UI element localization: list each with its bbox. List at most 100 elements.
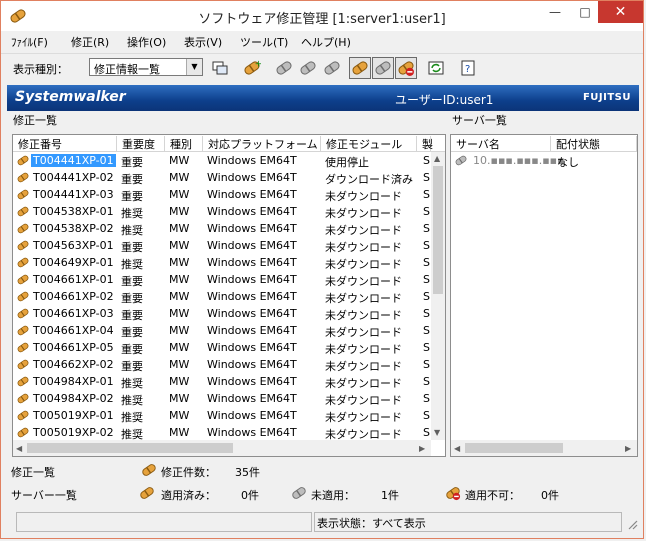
menu-operation[interactable]: 操作(O) [127, 34, 166, 50]
server-summary: サーバー一覧 適用済み： 0件 未適用： 1件 適用不可： 0件 [9, 485, 639, 507]
scroll-right-icon[interactable]: ▶ [419, 444, 425, 453]
patch-list[interactable]: 修正番号 重要度 種別 対応プラットフォーム 修正モジュール 製 T004441… [12, 134, 446, 457]
maximize-button[interactable]: □ [570, 1, 600, 23]
patch-icon [16, 154, 30, 167]
patch-download-button[interactable] [321, 57, 343, 79]
menu-view[interactable]: 表示(V) [184, 34, 222, 50]
patch-row[interactable]: T004661XP-03 重要 MW Windows EM64T 未ダウンロード S [13, 305, 433, 322]
patch-icon [16, 358, 30, 371]
patch-row[interactable]: T004441XP-02 重要 MW Windows EM64T ダウンロード済み S [13, 169, 433, 186]
menu-patch[interactable]: 修正(R) [71, 34, 109, 50]
menu-tools[interactable]: ツール(T) [240, 34, 288, 50]
status-pane-display: 表示状態：すべて表示 [314, 512, 622, 532]
filter-unapplied-button[interactable] [372, 57, 394, 79]
patch-row[interactable]: T004662XP-02 重要 MW Windows EM64T 未ダウンロード S [13, 356, 433, 373]
display-type-select[interactable]: 修正情報一覧 ▼ [89, 58, 203, 76]
scroll-down-icon[interactable]: ▼ [434, 428, 440, 437]
col-module[interactable]: 修正モジュール [321, 136, 417, 151]
patch-row[interactable]: T004649XP-01 推奨 MW Windows EM64T 未ダウンロード S [13, 254, 433, 271]
help-button[interactable]: ? [457, 57, 479, 79]
patch-icon [16, 171, 30, 184]
server-list-hscroll[interactable]: ◀ ▶ [451, 440, 637, 456]
cell-patch-id: T004538XP-02 [33, 222, 114, 235]
col-product[interactable]: 製 [417, 136, 433, 151]
col-patch-id[interactable]: 修正番号 [13, 136, 117, 151]
cell-type: MW [169, 392, 190, 405]
server-list[interactable]: サーバ名 配付状態 10.▪▪▪.▪▪▪.▪▪▪ なし ◀ ▶ [450, 134, 638, 457]
cell-platform: Windows EM64T [207, 307, 297, 320]
patch-row[interactable]: T004661XP-01 重要 MW Windows EM64T 未ダウンロード S [13, 271, 433, 288]
cell-product: S [423, 205, 430, 218]
apply-patch-button[interactable] [273, 57, 295, 79]
patch-row[interactable]: T004563XP-01 重要 MW Windows EM64T 未ダウンロード S [13, 237, 433, 254]
cell-product: S [423, 239, 430, 252]
scroll-left-icon[interactable]: ◀ [16, 444, 22, 453]
patch-row[interactable]: T004661XP-05 重要 MW Windows EM64T 未ダウンロード S [13, 339, 433, 356]
status-bar: 表示状態：すべて表示 [16, 512, 639, 534]
cell-platform: Windows EM64T [207, 188, 297, 201]
cell-platform: Windows EM64T [207, 290, 297, 303]
cell-patch-id: T004661XP-02 [33, 290, 114, 303]
patch-row[interactable]: T005019XP-01 推奨 MW Windows EM64T 未ダウンロード S [13, 407, 433, 424]
cell-module: 未ダウンロード [325, 241, 402, 254]
patch-list-vscroll-thumb[interactable] [433, 166, 443, 294]
scroll-right-icon[interactable]: ▶ [625, 444, 631, 453]
scroll-up-icon[interactable]: ▲ [434, 154, 440, 163]
server-name: 10.▪▪▪.▪▪▪.▪▪▪ [473, 154, 565, 167]
patch-row[interactable]: T004661XP-02 重要 MW Windows EM64T 未ダウンロード S [13, 288, 433, 305]
patch-icon [16, 392, 30, 405]
cell-product: S [423, 171, 430, 184]
patch-row[interactable]: T004984XP-01 推奨 MW Windows EM64T 未ダウンロード S [13, 373, 433, 390]
minimize-button[interactable]: — [540, 1, 570, 23]
patch-row[interactable]: T004538XP-02 推奨 MW Windows EM64T 未ダウンロード S [13, 220, 433, 237]
cell-importance: 重要 [121, 241, 143, 254]
scroll-left-icon[interactable]: ◀ [454, 444, 460, 453]
col-distribution-state[interactable]: 配付状態 [551, 136, 637, 151]
chevron-down-icon[interactable]: ▼ [186, 59, 202, 75]
server-list-hscroll-thumb[interactable] [465, 443, 563, 453]
patch-row[interactable]: T004984XP-02 推奨 MW Windows EM64T 未ダウンロード S [13, 390, 433, 407]
patch-icon [16, 290, 30, 303]
patch-list-hscroll[interactable]: ◀ ▶ [13, 440, 431, 456]
refresh-button[interactable] [425, 57, 447, 79]
remove-patch-button[interactable] [297, 57, 319, 79]
cell-importance: 重要 [121, 190, 143, 203]
cell-type: MW [169, 205, 190, 218]
close-button[interactable]: ✕ [598, 1, 643, 23]
patch-icon [16, 256, 30, 269]
menu-file[interactable]: ﾌｧｲﾙ(F) [11, 34, 48, 50]
filter-applied-button[interactable] [349, 57, 371, 79]
svg-text:+: + [255, 60, 261, 70]
server-row[interactable]: 10.▪▪▪.▪▪▪.▪▪▪ なし [451, 152, 637, 169]
applied-label: 適用済み： [161, 489, 216, 502]
cell-type: MW [169, 222, 190, 235]
menu-bar: ﾌｧｲﾙ(F) 修正(R) 操作(O) 表示(V) ツール(T) ヘルプ(H) [1, 31, 643, 51]
filter-not-applicable-button[interactable] [395, 57, 417, 79]
col-platform[interactable]: 対応プラットフォーム [203, 136, 321, 151]
patch-row[interactable]: T004538XP-01 推奨 MW Windows EM64T 未ダウンロード S [13, 203, 433, 220]
patch-row[interactable]: T004441XP-03 重要 MW Windows EM64T 未ダウンロード S [13, 186, 433, 203]
cell-importance: 推奨 [121, 258, 143, 271]
patch-list-hscroll-thumb[interactable] [27, 443, 233, 453]
cell-type: MW [169, 409, 190, 422]
patch-row[interactable]: T004441XP-01 重要 MW Windows EM64T 使用停止 S [13, 152, 433, 169]
col-server-name[interactable]: サーバ名 [451, 136, 551, 151]
cell-product: S [423, 409, 430, 422]
patch-row[interactable]: T005019XP-02 推奨 MW Windows EM64T 未ダウンロード S [13, 424, 433, 441]
cell-patch-id: T004661XP-04 [33, 324, 114, 337]
cell-type: MW [169, 273, 190, 286]
resize-grip-icon[interactable] [626, 518, 638, 530]
cell-patch-id: T004441XP-02 [33, 171, 114, 184]
menu-help[interactable]: ヘルプ(H) [301, 34, 351, 50]
patch-row[interactable]: T004661XP-04 重要 MW Windows EM64T 未ダウンロード S [13, 322, 433, 339]
patch-list-vscroll[interactable]: ▲ ▼ [431, 152, 445, 440]
patch-icon [16, 205, 30, 218]
add-patch-button[interactable]: + [241, 57, 263, 79]
col-type[interactable]: 種別 [165, 136, 203, 151]
cell-type: MW [169, 188, 190, 201]
patch-icon [16, 307, 30, 320]
cell-product: S [423, 375, 430, 388]
patch-icon [16, 222, 30, 235]
col-importance[interactable]: 重要度 [117, 136, 165, 151]
window-list-button[interactable] [209, 57, 231, 79]
